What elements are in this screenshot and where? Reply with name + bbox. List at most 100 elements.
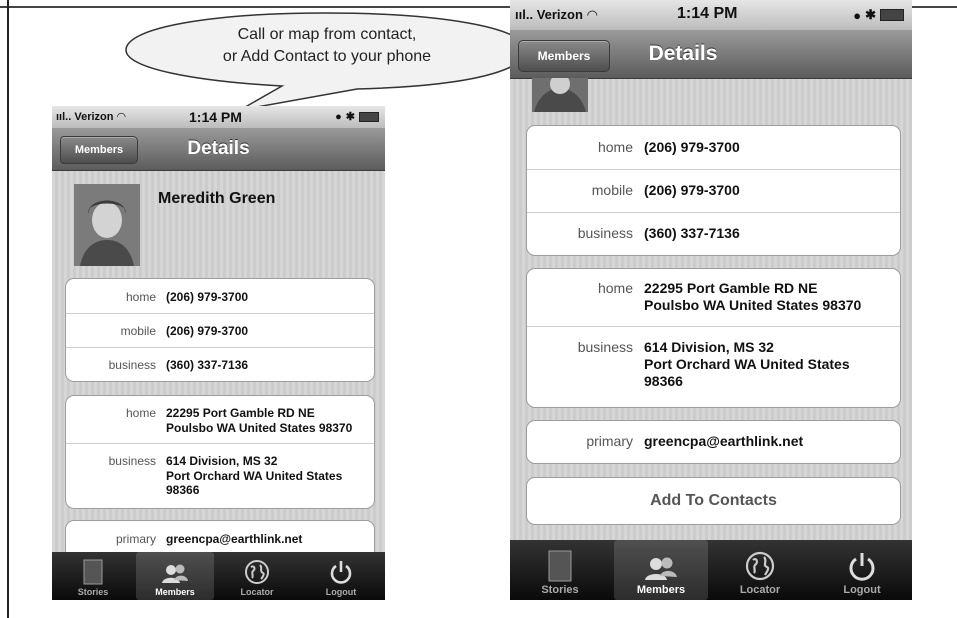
carrier-name: Verizon (74, 111, 114, 123)
tab-locator[interactable]: Locator (716, 540, 804, 600)
phone-numbers-group: home (206) 979-3700 mobile (206) 979-370… (526, 125, 901, 256)
tab-label: Locator (739, 584, 781, 596)
tab-stories[interactable]: Stories (516, 540, 604, 600)
lock-rotation-icon: ● (335, 110, 342, 123)
phone-label: home (125, 290, 156, 304)
tab-label: Locator (240, 587, 274, 597)
address-label: home (125, 406, 156, 420)
tab-locator[interactable]: Locator (220, 552, 294, 600)
address-line-1: 22295 Port Gamble RD NE (166, 406, 315, 420)
globe-icon (245, 560, 269, 584)
address-value: 614 Division, MS 32 Port Orchard WA Unit… (644, 339, 850, 390)
callout-line-1: Call or map from contact, (237, 26, 417, 43)
people-icon (645, 557, 677, 580)
book-icon (548, 550, 572, 582)
status-right-icons: ● ✱ (853, 7, 904, 23)
address-row-business[interactable]: business 614 Division, MS 32 Port Orchar… (527, 327, 900, 408)
phone-row-business[interactable]: business (360) 337-7136 (66, 348, 374, 382)
power-icon (849, 553, 875, 581)
phone-value: (360) 337-7136 (166, 358, 249, 372)
tab-label: Logout (843, 584, 881, 596)
tab-label: Stories (77, 587, 109, 597)
contact-name: Meredith Green (158, 190, 276, 207)
bluetooth-icon: ✱ (865, 7, 876, 22)
phone-row-home[interactable]: home (206) 979-3700 (527, 126, 900, 170)
phone-label: home (597, 139, 633, 155)
people-icon (162, 564, 188, 583)
email-row-primary[interactable]: primary greencpa@earthlink.net (527, 421, 900, 463)
signal-bars-icon: ııl.. (56, 111, 72, 123)
book-icon (83, 559, 103, 585)
add-to-contacts-label: Add To Contacts (650, 492, 777, 509)
wifi-icon: ◠ (586, 7, 598, 22)
tab-stories[interactable]: Stories (56, 552, 130, 600)
callout-text: Call or map from contact, or Add Contact… (162, 24, 492, 68)
tab-members[interactable]: Members (614, 540, 708, 600)
tab-label: Stories (541, 584, 579, 596)
email-group: primary greencpa@earthlink.net (526, 420, 901, 464)
tab-logout[interactable]: Logout (304, 552, 378, 600)
carrier-signal: ııl.. Verizon ◠ (56, 110, 126, 123)
slide-left-rule (7, 0, 9, 618)
address-value: 22295 Port Gamble RD NE Poulsbo WA Unite… (166, 406, 352, 435)
status-bar: ııl.. Verizon ◠ 1:14 PM ● ✱ (510, 0, 912, 30)
bluetooth-icon: ✱ (345, 111, 355, 123)
tab-members[interactable]: Members (136, 552, 214, 600)
status-bar: ııl.. Verizon ◠ 1:14 PM ● ✱ (52, 106, 385, 128)
battery-icon (880, 9, 904, 21)
email-label: primary (586, 433, 633, 449)
callout-line-2: or Add Contact to your phone (222, 48, 432, 65)
phone-row-home[interactable]: home (206) 979-3700 (66, 279, 374, 314)
add-to-contacts-button[interactable]: Add To Contacts (526, 477, 901, 525)
phone-row-mobile[interactable]: mobile (206) 979-3700 (527, 170, 900, 213)
address-line-1: 614 Division, MS 32 (166, 454, 278, 468)
tab-label: Members (155, 587, 195, 597)
phone-value: (360) 337-7136 (644, 225, 740, 241)
signal-bars-icon: ııl.. (515, 7, 534, 22)
phone-numbers-group: home (206) 979-3700 mobile (206) 979-370… (65, 278, 375, 382)
address-row-business[interactable]: business 614 Division, MS 32 Port Orchar… (66, 444, 374, 509)
address-value: 614 Division, MS 32 Port Orchard WA Unit… (166, 454, 342, 498)
address-label: business (108, 454, 156, 468)
tab-logout[interactable]: Logout (818, 540, 906, 600)
phone-row-mobile[interactable]: mobile (206) 979-3700 (66, 314, 374, 348)
address-row-home[interactable]: home 22295 Port Gamble RD NE Poulsbo WA … (527, 269, 900, 327)
carrier-name: Verizon (536, 7, 583, 22)
status-time: 1:14 PM (677, 5, 738, 22)
address-line-3: 98366 (644, 373, 683, 390)
avatar-photo (74, 184, 140, 266)
phone-value: (206) 979-3700 (644, 139, 740, 155)
tab-label: Logout (325, 587, 357, 597)
tab-label: Members (636, 584, 686, 596)
carrier-signal: ııl.. Verizon ◠ (515, 7, 598, 23)
back-button-members[interactable]: Members (518, 40, 610, 72)
status-time: 1:14 PM (189, 109, 242, 125)
email-label: primary (115, 532, 156, 546)
status-right-icons: ● ✱ (335, 110, 379, 123)
address-value: 22295 Port Gamble RD NE Poulsbo WA Unite… (644, 280, 861, 314)
phone-row-business[interactable]: business (360) 337-7136 (527, 213, 900, 256)
back-button-members[interactable]: Members (60, 136, 138, 164)
battery-icon (359, 111, 379, 122)
address-line-2: Poulsbo WA United States 98370 (644, 297, 862, 314)
nav-bar: Details Members (52, 128, 385, 171)
phone-label: business (108, 358, 156, 372)
address-line-3: 98366 (166, 483, 200, 498)
nav-bar: Details Members (510, 30, 912, 79)
phone-label: mobile (120, 324, 156, 338)
addresses-group: home 22295 Port Gamble RD NE Poulsbo WA … (65, 395, 375, 509)
address-row-home[interactable]: home 22295 Port Gamble RD NE Poulsbo WA … (66, 396, 374, 444)
tab-bar: Stories Members Locator Logout (52, 552, 385, 600)
phone-value: (206) 979-3700 (166, 290, 249, 304)
phone-value: (206) 979-3700 (166, 324, 249, 338)
email-value: greencpa@earthlink.net (166, 532, 303, 546)
power-icon (330, 561, 352, 584)
back-button-label: Members (74, 144, 124, 156)
tab-bar: Stories Members Locator Logout (510, 540, 912, 600)
wifi-icon: ◠ (116, 111, 127, 123)
back-button-label: Members (537, 49, 591, 63)
avatar (532, 78, 588, 112)
address-line-1: 614 Division, MS 32 (644, 339, 774, 355)
avatar-photo (532, 78, 588, 112)
phone-screen-left: ııl.. Verizon ◠ 1:14 PM ● ✱ Details Memb… (52, 106, 385, 600)
